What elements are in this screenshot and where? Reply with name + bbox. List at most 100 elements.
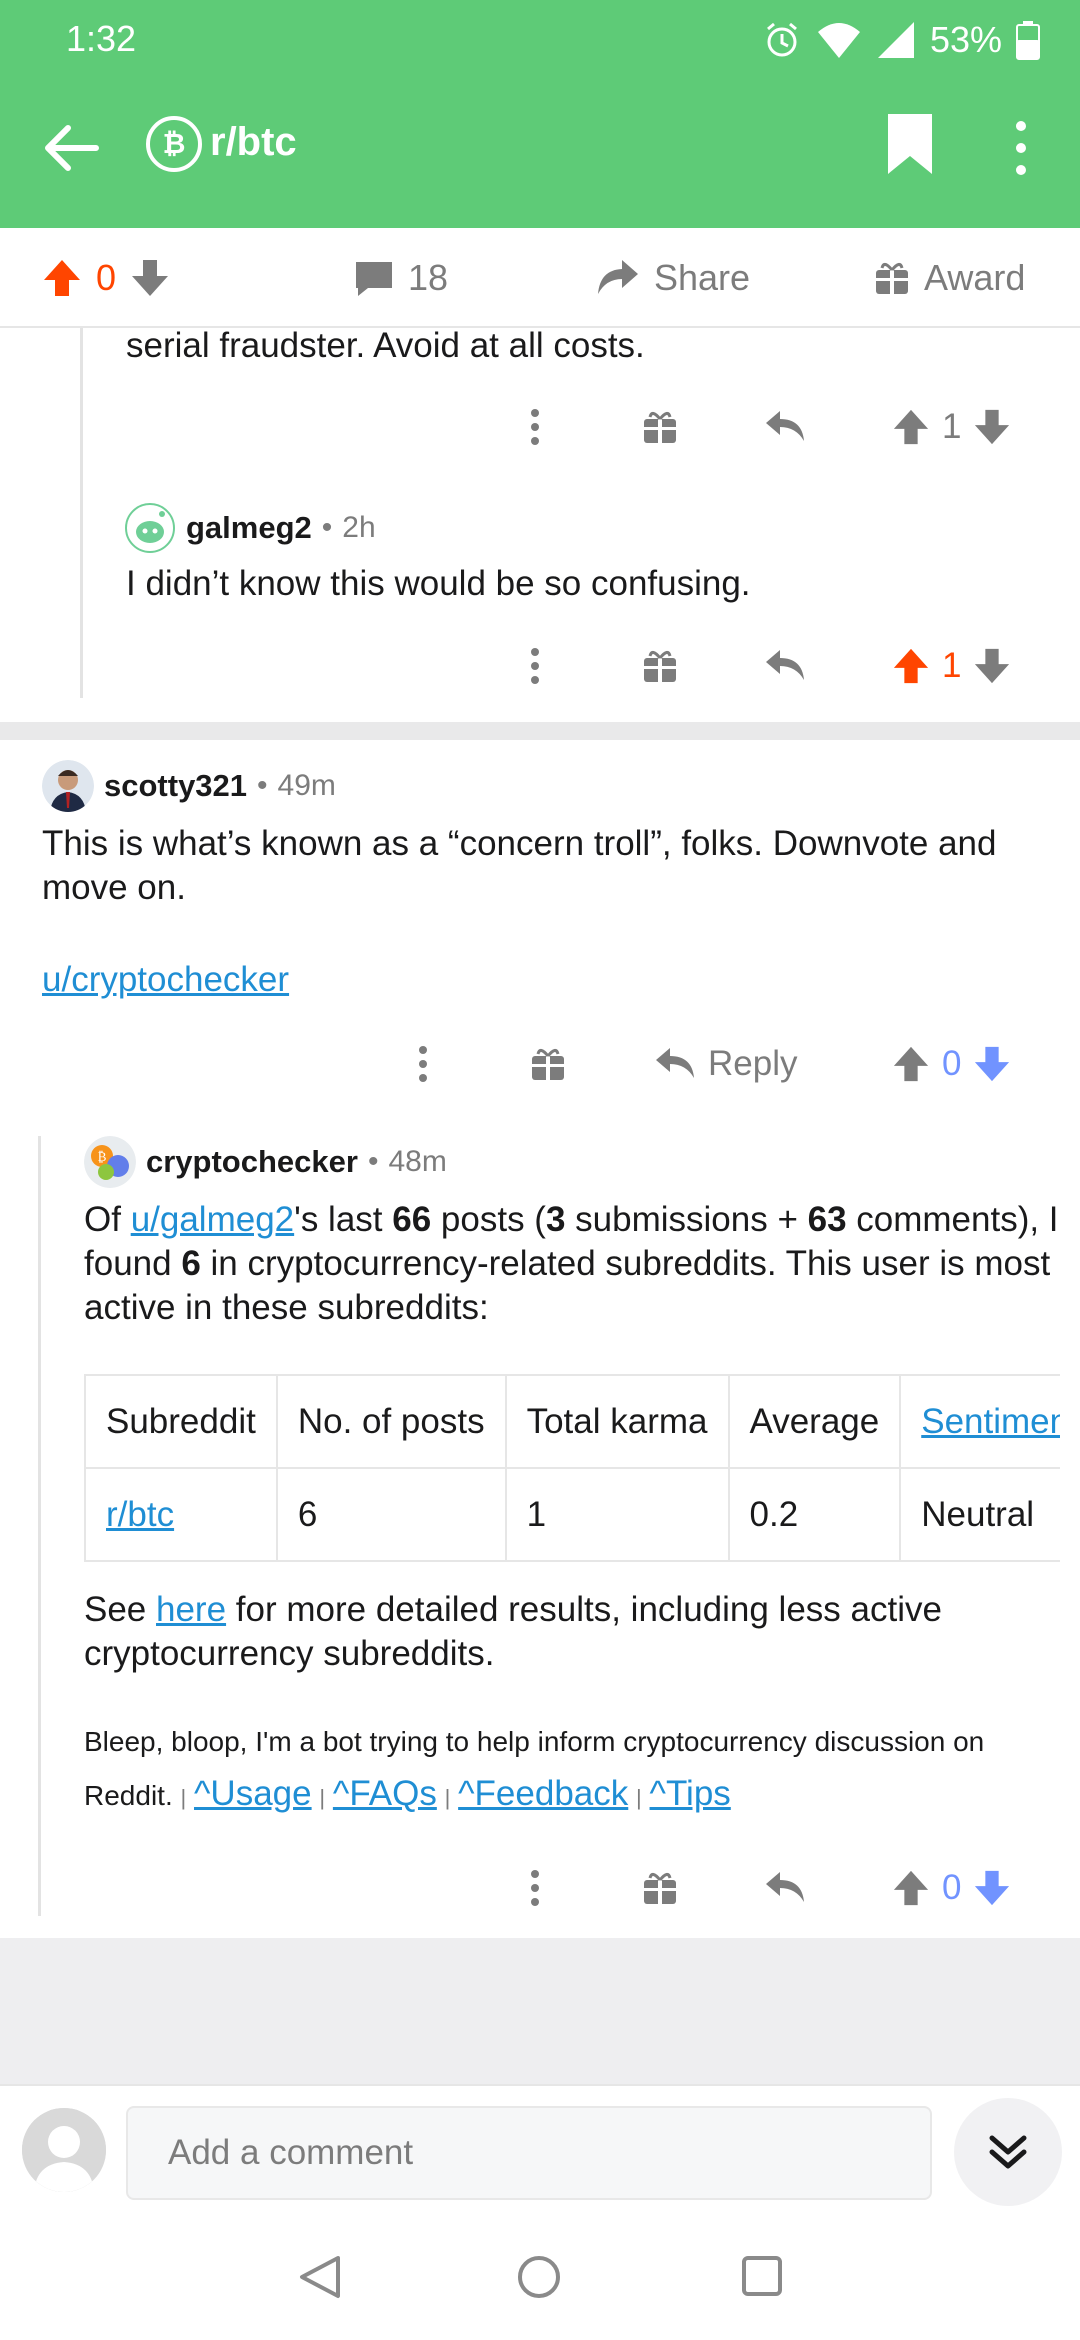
comment-body-line: move on. <box>42 868 186 907</box>
avatar[interactable] <box>124 502 176 554</box>
subreddit-name[interactable]: r/btc <box>210 120 297 165</box>
award-button[interactable]: Award <box>874 228 1025 328</box>
usage-link[interactable]: ^Usage <box>194 1774 312 1813</box>
downvote-icon[interactable] <box>973 1869 1011 1907</box>
subreddit-icon[interactable]: ₿ <box>146 116 202 172</box>
comment-score: 1 <box>942 407 962 446</box>
upvote-icon[interactable] <box>892 1045 930 1083</box>
stats-table-container[interactable]: Subreddit No. of posts Total karma Avera… <box>84 1374 1060 1564</box>
table-header-row: Subreddit No. of posts Total karma Avera… <box>84 1374 1060 1469</box>
comment-score: 0 <box>942 1868 962 1907</box>
avatar[interactable] <box>42 760 94 812</box>
upvote-icon[interactable] <box>892 408 930 446</box>
user-avatar-icon[interactable] <box>22 2108 106 2192</box>
stats-table: Subreddit No. of posts Total karma Avera… <box>84 1374 1060 1562</box>
submissions-count: 3 <box>545 1200 566 1239</box>
avatar[interactable]: ₿ <box>84 1136 136 1188</box>
here-link[interactable]: here <box>156 1590 226 1629</box>
table-cell: 0.2 <box>727 1467 902 1562</box>
comment-more-button[interactable] <box>520 634 550 698</box>
nav-back-icon[interactable] <box>298 2254 342 2300</box>
comment-actions: 0 <box>0 1856 1080 1920</box>
faqs-link[interactable]: ^FAQs <box>333 1774 437 1813</box>
table-header: Total karma <box>504 1374 730 1469</box>
reply-icon <box>656 1048 694 1078</box>
comment-award-button[interactable] <box>530 1032 566 1096</box>
table-cell: r/btc <box>84 1467 278 1562</box>
thread-line[interactable] <box>38 1136 41 1916</box>
double-chevron-down-icon <box>989 2135 1027 2169</box>
gift-icon <box>644 412 676 443</box>
status-time: 1:32 <box>66 18 137 59</box>
wifi-icon <box>817 23 860 58</box>
tips-link[interactable]: ^Tips <box>650 1774 731 1813</box>
comment-bubble-icon <box>356 262 392 296</box>
comment-score: 0 <box>942 1044 962 1083</box>
gift-icon <box>532 1049 564 1080</box>
status-bar: 1:32 53% <box>0 0 1080 80</box>
user-link[interactable]: u/galmeg2 <box>131 1200 294 1239</box>
comments-button[interactable]: 18 <box>354 228 448 328</box>
status-icons: 53% <box>762 14 1040 66</box>
nav-recents-icon[interactable] <box>740 2254 784 2298</box>
upvote-icon[interactable] <box>892 647 930 685</box>
post-action-bar: 0 18 Share Award <box>0 228 1080 328</box>
user-link[interactable]: u/cryptochecker <box>42 960 289 999</box>
downvote-icon[interactable] <box>973 647 1011 685</box>
comment-body: This is what’s known as a “concern troll… <box>42 822 1052 910</box>
reply-icon <box>766 650 804 680</box>
more-vertical-icon <box>531 648 539 684</box>
comment-reply-button[interactable]: Reply <box>654 1032 797 1096</box>
comment-username[interactable]: cryptochecker <box>146 1144 358 1180</box>
comment-more-button[interactable] <box>408 1032 438 1096</box>
intro-text: Of <box>84 1200 131 1239</box>
comment-age: 2h <box>342 511 376 544</box>
add-comment-input[interactable]: Add a comment <box>126 2106 932 2200</box>
comment-award-button[interactable] <box>642 634 678 698</box>
gift-icon <box>644 651 676 682</box>
sentiment-header-link[interactable]: Sentiment <box>921 1402 1060 1441</box>
nav-home-icon[interactable] <box>516 2254 562 2300</box>
comment-header: ₿ cryptochecker • 48m <box>84 1136 447 1188</box>
comment-award-button[interactable] <box>642 395 678 459</box>
comment-age: 49m <box>277 769 336 802</box>
meta-separator: • <box>257 769 268 802</box>
feedback-link[interactable]: ^Feedback <box>458 1774 628 1813</box>
thread-end-spacer <box>0 1938 1080 2084</box>
comment-composer: Add a comment <box>0 2084 1080 2214</box>
comment-header: scotty321 • 49m <box>42 760 336 812</box>
reply-icon <box>766 1872 804 1902</box>
see-more-text: See here for more detailed results, incl… <box>84 1588 1060 1676</box>
downvote-icon[interactable] <box>973 408 1011 446</box>
upvote-icon[interactable] <box>42 258 82 298</box>
reply-icon <box>766 411 804 441</box>
subreddit-link[interactable]: r/btc <box>106 1495 174 1534</box>
comment-age: 48m <box>388 1145 447 1178</box>
comment-reply-button[interactable] <box>764 395 806 459</box>
share-icon <box>598 260 638 294</box>
comment-username[interactable]: galmeg2 <box>186 510 312 546</box>
comment-vote: 1 <box>892 395 1011 459</box>
comment-award-button[interactable] <box>642 1856 678 1920</box>
downvote-icon[interactable] <box>973 1045 1011 1083</box>
meta-separator: • <box>367 1145 379 1178</box>
collapse-threads-button[interactable] <box>954 2098 1062 2206</box>
upvote-icon[interactable] <box>892 1869 930 1907</box>
intro-text: posts ( <box>431 1200 546 1239</box>
comment-actions: 1 <box>0 634 1080 698</box>
see-text: See <box>84 1590 156 1629</box>
comment-username[interactable]: scotty321 <box>104 768 247 804</box>
top-bar: 1:32 53% ₿ r/btc <box>0 0 1080 228</box>
post-vote: 0 <box>42 228 170 328</box>
footer-separator: | <box>444 1785 451 1810</box>
comment-more-button[interactable] <box>520 1856 550 1920</box>
share-button[interactable]: Share <box>596 228 750 328</box>
bookmark-icon[interactable] <box>886 112 934 176</box>
battery-icon <box>1016 21 1040 60</box>
more-options-icon[interactable] <box>1006 118 1036 178</box>
back-arrow-icon[interactable] <box>40 116 104 180</box>
comment-more-button[interactable] <box>520 395 550 459</box>
comment-reply-button[interactable] <box>764 1856 806 1920</box>
comment-reply-button[interactable] <box>764 634 806 698</box>
downvote-icon[interactable] <box>130 258 170 298</box>
